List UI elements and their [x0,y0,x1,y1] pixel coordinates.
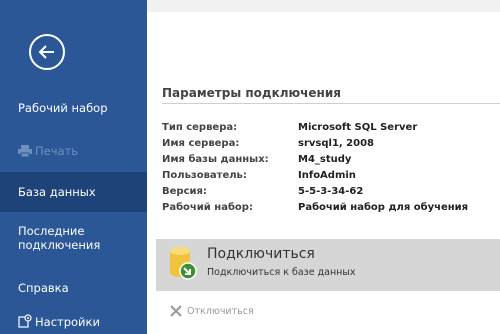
info-value: srvsql1, 2008 [298,138,375,149]
info-value: Рабочий набор для обучения [298,202,469,213]
info-label: Имя базы данных: [162,154,269,165]
sidebar-item-label: База данных [18,185,96,199]
info-value: Microsoft SQL Server [298,122,418,133]
connect-subtitle: Подключиться к базе данных [207,267,356,278]
info-row-version: Версия: 5-5-3-34-62 [162,186,500,201]
back-button[interactable] [29,34,65,70]
connect-title: Подключиться [207,246,315,262]
close-icon [169,304,183,318]
sidebar-item-label: Рабочий набор [18,101,108,115]
info-value: InfoAdmin [298,170,356,181]
settings-icon [18,314,32,331]
sidebar-item-print[interactable]: Печать [0,144,147,160]
sidebar-item-recent-connections[interactable]: Последние подключения [0,224,110,252]
info-label: Версия: [162,186,207,197]
info-row-server-type: Тип сервера: Microsoft SQL Server [162,122,500,137]
info-label: Тип сервера: [162,122,238,133]
info-value: M4_study [298,154,352,165]
database-connect-icon [168,247,198,281]
sidebar-item-label: Последние подключения [18,224,101,252]
sidebar-item-label: Настройки [35,315,100,329]
sidebar-item-label: Справка [18,281,69,295]
info-row-server-name: Имя сервера: srvsql1, 2008 [162,138,500,153]
info-row-working-set: Рабочий набор: Рабочий набор для обучени… [162,202,500,217]
info-label: Рабочий набор: [162,202,253,213]
printer-icon [18,145,32,160]
info-label: Пользователь: [162,170,247,181]
info-row-database-name: Имя базы данных: M4_study [162,154,500,169]
sidebar-item-help[interactable]: Справка [0,281,147,295]
sidebar-item-database[interactable]: База данных [0,172,147,212]
back-arrow-icon [38,45,56,59]
section-title: Параметры подключения [162,86,341,100]
sidebar: Рабочий набор Печать База данных Последн… [0,0,147,334]
main-panel: Параметры подключения Тип сервера: Micro… [147,12,500,334]
section-divider [162,103,500,104]
sidebar-item-working-set[interactable]: Рабочий набор [0,101,147,115]
sidebar-item-settings[interactable]: Настройки [0,314,147,331]
info-row-user: Пользователь: InfoAdmin [162,170,500,185]
info-label: Имя сервера: [162,138,240,149]
sidebar-item-label: Печать [35,144,79,158]
connect-button[interactable]: Подключиться Подключиться к базе данных [156,239,500,291]
top-bar [147,0,500,12]
disconnect-label: Отключиться [187,306,254,317]
info-value: 5-5-3-34-62 [298,186,364,197]
